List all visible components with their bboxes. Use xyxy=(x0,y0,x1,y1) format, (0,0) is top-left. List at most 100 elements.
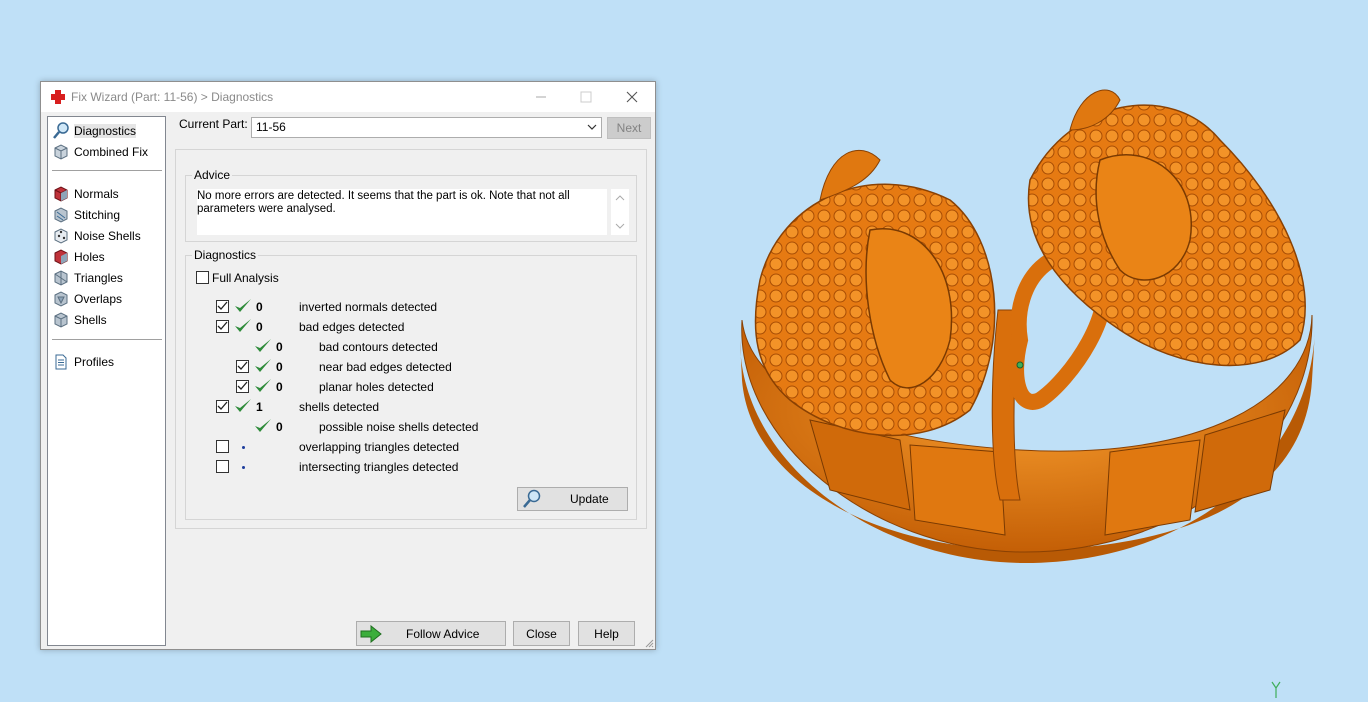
bad-contours-count: 0 xyxy=(276,340,283,354)
current-part-value: 11-56 xyxy=(256,120,286,134)
sidebar-item-label: Noise Shells xyxy=(74,229,141,243)
magnifier-icon xyxy=(53,122,69,139)
sidebar-divider xyxy=(52,339,162,340)
chevron-down-icon xyxy=(587,124,597,130)
green-check-icon xyxy=(255,359,271,372)
sidebar-item-label: Profiles xyxy=(74,355,115,369)
checkmark-icon xyxy=(237,381,248,390)
near-bad-edges-label: near bad edges detected xyxy=(319,360,452,374)
dialog-title: Fix Wizard (Part: 11-56) > Diagnostics xyxy=(71,90,274,104)
green-check-icon xyxy=(235,319,251,332)
sidebar-item-stitching[interactable]: Stitching xyxy=(52,205,120,225)
planar-holes-checkbox[interactable] xyxy=(236,380,249,393)
near-bad-edges-count: 0 xyxy=(276,360,283,374)
full-analysis-label: Full Analysis xyxy=(212,271,279,285)
checkmark-icon xyxy=(237,361,248,370)
overlapping-triangles-label: overlapping triangles detected xyxy=(299,440,460,454)
sidebar-item-overlaps[interactable]: Overlaps xyxy=(52,289,122,309)
current-part-label: Current Part: xyxy=(179,117,248,131)
green-arrow-icon xyxy=(360,624,382,643)
current-part-select[interactable]: 11-56 xyxy=(251,117,602,138)
triangles-icon xyxy=(54,270,68,286)
sidebar-item-triangles[interactable]: Triangles xyxy=(52,268,123,288)
inverted-normals-checkbox[interactable] xyxy=(216,300,229,313)
ring-model[interactable] xyxy=(720,80,1330,580)
sidebar-item-noise-shells[interactable]: Noise Shells xyxy=(52,226,141,246)
green-check-icon xyxy=(255,379,271,392)
sidebar-item-label: Holes xyxy=(74,250,105,264)
overlaps-icon xyxy=(54,291,68,307)
scroll-down-icon xyxy=(615,223,625,229)
sidebar-item-shells[interactable]: Shells xyxy=(52,310,107,330)
inverted-normals-label: inverted normals detected xyxy=(299,300,438,314)
shells-icon xyxy=(54,312,68,328)
update-button-label: Update xyxy=(570,492,609,506)
resize-grip-icon[interactable] xyxy=(644,638,654,648)
sidebar-divider xyxy=(52,170,162,171)
diagnostics-group: Diagnostics Full Analysis 0 inverted nor… xyxy=(185,248,637,520)
checkmark-icon xyxy=(217,321,228,330)
sidebar-item-profiles[interactable]: Profiles xyxy=(52,352,114,372)
dice-icon xyxy=(54,228,68,244)
overlapping-triangles-checkbox[interactable] xyxy=(216,440,229,453)
intersecting-triangles-label: intersecting triangles detected xyxy=(299,460,459,474)
cube-icon xyxy=(54,144,68,160)
follow-advice-label: Follow Advice xyxy=(406,626,480,641)
shells-label: shells detected xyxy=(299,400,380,414)
pending-dot-icon xyxy=(242,466,245,469)
sidebar-item-combined-fix[interactable]: Combined Fix xyxy=(52,142,148,162)
advice-title: Advice xyxy=(192,168,233,182)
near-bad-edges-checkbox[interactable] xyxy=(236,360,249,373)
document-icon xyxy=(55,354,67,370)
sidebar-item-diagnostics[interactable]: Diagnostics xyxy=(52,121,137,141)
help-button-label: Help xyxy=(594,626,619,641)
sidebar-item-normals[interactable]: Normals xyxy=(52,184,119,204)
noise-shells-count: 0 xyxy=(276,420,283,434)
checkmark-icon xyxy=(217,401,228,410)
title-bar[interactable]: Fix Wizard (Part: 11-56) > Diagnostics xyxy=(41,82,655,112)
bad-contours-label: bad contours detected xyxy=(319,340,438,354)
normals-cube-icon xyxy=(54,186,68,202)
bad-edges-label: bad edges detected xyxy=(299,320,405,334)
green-check-icon xyxy=(255,339,271,352)
advice-group: Advice No more errors are detected. It s… xyxy=(185,168,637,242)
next-button-label: Next xyxy=(616,121,642,135)
advice-text-line: No more errors are detected. It seems th… xyxy=(197,190,570,202)
close-icon xyxy=(626,91,638,103)
scroll-up-icon xyxy=(615,195,625,201)
noise-shells-label: possible noise shells detected xyxy=(319,420,479,434)
full-analysis-checkbox[interactable] xyxy=(196,271,209,284)
sidebar-item-label: Diagnostics xyxy=(74,124,137,138)
shells-checkbox[interactable] xyxy=(216,400,229,413)
next-button[interactable]: Next xyxy=(607,117,651,139)
bad-edges-checkbox[interactable] xyxy=(216,320,229,333)
inverted-normals-count: 0 xyxy=(256,300,263,314)
intersecting-triangles-checkbox[interactable] xyxy=(216,460,229,473)
sidebar-item-label: Shells xyxy=(74,313,107,327)
close-window-button[interactable] xyxy=(609,82,655,112)
sidebar-item-label: Triangles xyxy=(74,271,123,285)
minimize-button[interactable] xyxy=(518,82,564,112)
green-check-icon xyxy=(255,419,271,432)
green-check-icon xyxy=(235,299,251,312)
advice-text: No more errors are detected. It seems th… xyxy=(197,189,607,235)
sidebar-item-label: Stitching xyxy=(74,208,121,222)
update-button[interactable]: Update xyxy=(517,487,628,511)
sidebar-item-label: Combined Fix xyxy=(74,145,149,159)
sidebar-item-holes[interactable]: Holes xyxy=(52,247,105,267)
advice-text-line: parameters were analysed. xyxy=(197,203,336,215)
planar-holes-label: planar holes detected xyxy=(319,380,434,394)
close-button[interactable]: Close xyxy=(513,621,570,646)
sidebar-item-label: Overlaps xyxy=(74,292,123,306)
bad-edges-count: 0 xyxy=(256,320,263,334)
help-button[interactable]: Help xyxy=(578,621,635,646)
close-button-label: Close xyxy=(526,626,557,641)
pending-dot-icon xyxy=(242,446,245,449)
follow-advice-button[interactable]: Follow Advice xyxy=(356,621,506,646)
stitching-icon xyxy=(54,207,68,223)
wizard-sidebar: Diagnostics Combined Fix Normals Stitchi… xyxy=(47,116,166,646)
axis-indicator-icon xyxy=(1271,681,1281,698)
minimize-icon xyxy=(536,96,546,98)
maximize-button[interactable] xyxy=(563,82,609,112)
advice-scrollbar[interactable] xyxy=(611,189,629,235)
